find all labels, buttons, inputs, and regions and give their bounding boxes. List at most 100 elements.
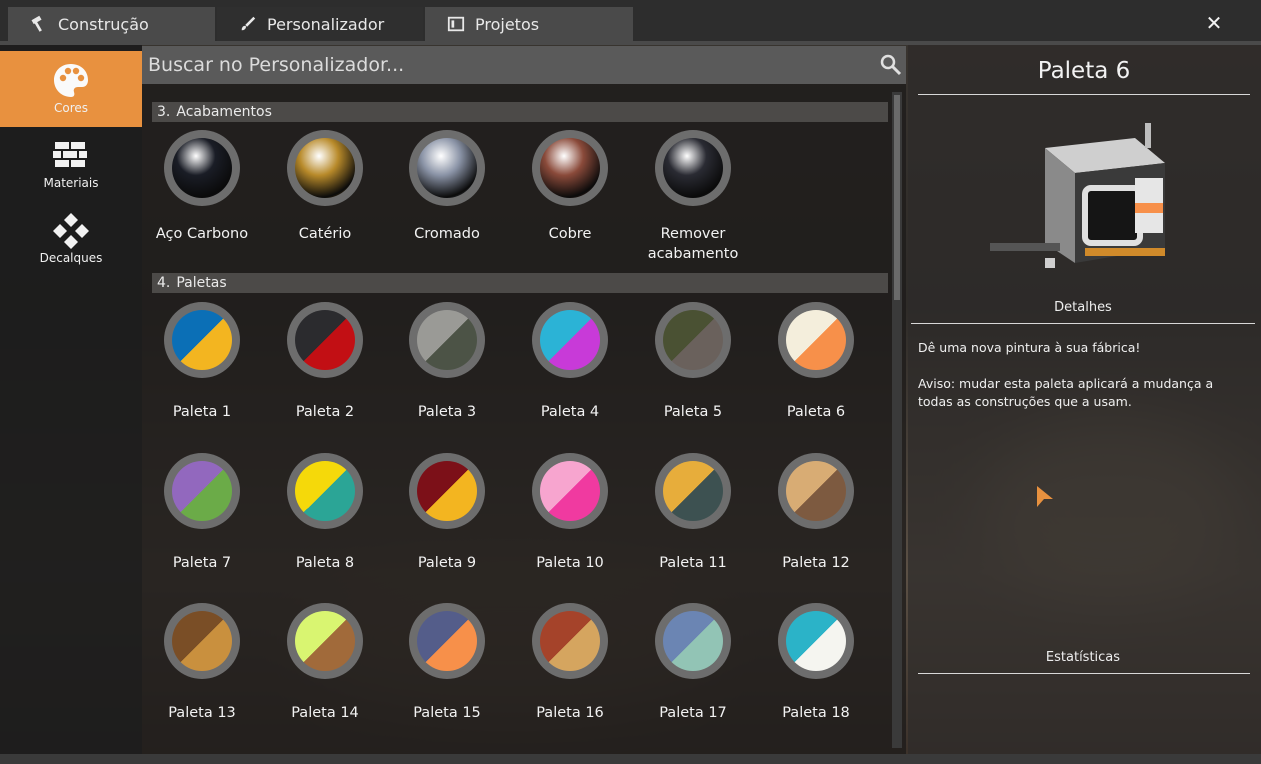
- blueprint-icon: [447, 16, 465, 32]
- finish-swatch: [655, 130, 731, 206]
- palette-label: Paleta 8: [295, 555, 355, 571]
- scrollbar-thumb[interactable]: [894, 95, 900, 300]
- sidebar-item-decalques[interactable]: Decalques: [0, 206, 142, 282]
- palette-item[interactable]: Paleta 2: [265, 302, 385, 422]
- palette-colors: [295, 461, 355, 521]
- bricks-icon: [53, 142, 87, 167]
- finish-sphere: [172, 138, 232, 198]
- palette-item[interactable]: Paleta 15: [387, 603, 507, 723]
- divider: [918, 94, 1250, 95]
- palette-label: Paleta 10: [536, 555, 604, 571]
- brush-icon: [241, 16, 256, 31]
- palette-colors: [295, 310, 355, 370]
- cursor-icon: [1037, 486, 1053, 507]
- finish-item[interactable]: Catério: [265, 130, 385, 244]
- palette-colors: [786, 611, 846, 671]
- finish-item[interactable]: Aço Carbono: [142, 130, 262, 244]
- palette-swatch: [164, 603, 240, 679]
- finish-swatch: [164, 130, 240, 206]
- finish-label: Aço Carbono: [155, 226, 249, 242]
- palette-item[interactable]: Paleta 5: [633, 302, 753, 422]
- search-input[interactable]: [142, 46, 872, 84]
- palette-colors: [663, 611, 723, 671]
- customizer-content: 3. Acabamentos Aço Carbono Catério Cromado C…: [142, 84, 906, 754]
- finish-sphere: [417, 138, 477, 198]
- palette-colors: [172, 310, 232, 370]
- finish-item[interactable]: Remover acabamento: [633, 130, 753, 264]
- close-icon: ✕: [1205, 11, 1223, 35]
- tab-construcao[interactable]: Construção: [8, 7, 215, 41]
- palette-item[interactable]: Paleta 17: [633, 603, 753, 723]
- palette-colors: [417, 611, 477, 671]
- palette-item[interactable]: Paleta 8: [265, 453, 385, 573]
- palette-swatch: [164, 453, 240, 529]
- palette-label: Paleta 1: [172, 404, 232, 420]
- palette-colors: [417, 461, 477, 521]
- hammer-icon: [31, 15, 42, 32]
- palette-label: Paleta 17: [659, 705, 727, 721]
- palette-swatch: [409, 453, 485, 529]
- section-title: Acabamentos: [176, 104, 272, 120]
- palette-label: Paleta 5: [663, 404, 723, 420]
- palette-item[interactable]: Paleta 13: [142, 603, 262, 723]
- palette-swatch: [532, 302, 608, 378]
- section-title: Paletas: [176, 275, 227, 291]
- palette-colors: [663, 461, 723, 521]
- palette-item[interactable]: Paleta 4: [510, 302, 630, 422]
- palette-swatch: [409, 603, 485, 679]
- palette-item[interactable]: Paleta 18: [756, 603, 876, 723]
- palette-label: Paleta 14: [291, 705, 359, 721]
- palette-item[interactable]: Paleta 11: [633, 453, 753, 573]
- finish-item[interactable]: Cromado: [387, 130, 507, 244]
- search-icon[interactable]: [880, 54, 902, 76]
- divider: [911, 323, 1255, 324]
- palette-item[interactable]: Paleta 16: [510, 603, 630, 723]
- sidebar-item-cores[interactable]: Cores: [0, 51, 142, 127]
- tab-label: Personalizador: [267, 14, 385, 34]
- palette-label: Paleta 12: [782, 555, 850, 571]
- section-header-paletas: 4. Paletas: [152, 273, 888, 293]
- palette-item[interactable]: Paleta 12: [756, 453, 876, 573]
- palette-swatch: [778, 453, 854, 529]
- sidebar-item-materiais[interactable]: Materiais: [0, 130, 142, 206]
- search-bar: [142, 46, 906, 84]
- palette-colors: [172, 611, 232, 671]
- stats-label: Estatísticas: [1045, 650, 1121, 665]
- palette-colors: [786, 310, 846, 370]
- finish-item[interactable]: Cobre: [510, 130, 630, 244]
- palette-item[interactable]: Paleta 6: [756, 302, 876, 422]
- palette-label: Paleta 13: [168, 705, 236, 721]
- palette-label: Paleta 11: [659, 555, 727, 571]
- tab-projetos[interactable]: Projetos: [425, 7, 633, 41]
- palette-item[interactable]: Paleta 7: [142, 453, 262, 573]
- sidebar-item-label: Decalques: [39, 251, 103, 265]
- details-label: Detalhes: [1054, 300, 1112, 315]
- close-button[interactable]: ✕: [1200, 10, 1228, 36]
- palette-label: Paleta 7: [172, 555, 232, 571]
- palette-label: Paleta 18: [782, 705, 850, 721]
- palette-colors: [295, 611, 355, 671]
- palette-colors: [786, 461, 846, 521]
- palette-item[interactable]: Paleta 3: [387, 302, 507, 422]
- section-header-acabamentos: 3. Acabamentos: [152, 102, 888, 122]
- palette-item[interactable]: Paleta 9: [387, 453, 507, 573]
- building-preview-image: [990, 123, 1165, 268]
- tab-personalizador[interactable]: Personalizador: [217, 7, 423, 41]
- finish-swatch: [287, 130, 363, 206]
- tab-label: Construção: [58, 14, 149, 34]
- palette-swatch: [655, 603, 731, 679]
- finish-label: Catério: [298, 226, 352, 242]
- palette-swatch: [409, 302, 485, 378]
- palette-colors: [540, 310, 600, 370]
- palette-swatch: [287, 603, 363, 679]
- finish-swatch: [409, 130, 485, 206]
- divider: [918, 673, 1250, 674]
- palette-colors: [540, 461, 600, 521]
- palette-item[interactable]: Paleta 10: [510, 453, 630, 573]
- finish-sphere: [295, 138, 355, 198]
- palette-item[interactable]: Paleta 14: [265, 603, 385, 723]
- palette-item[interactable]: Paleta 1: [142, 302, 262, 422]
- finish-label: Cromado: [414, 226, 480, 242]
- palette-swatch: [287, 453, 363, 529]
- palette-label: Paleta 16: [536, 705, 604, 721]
